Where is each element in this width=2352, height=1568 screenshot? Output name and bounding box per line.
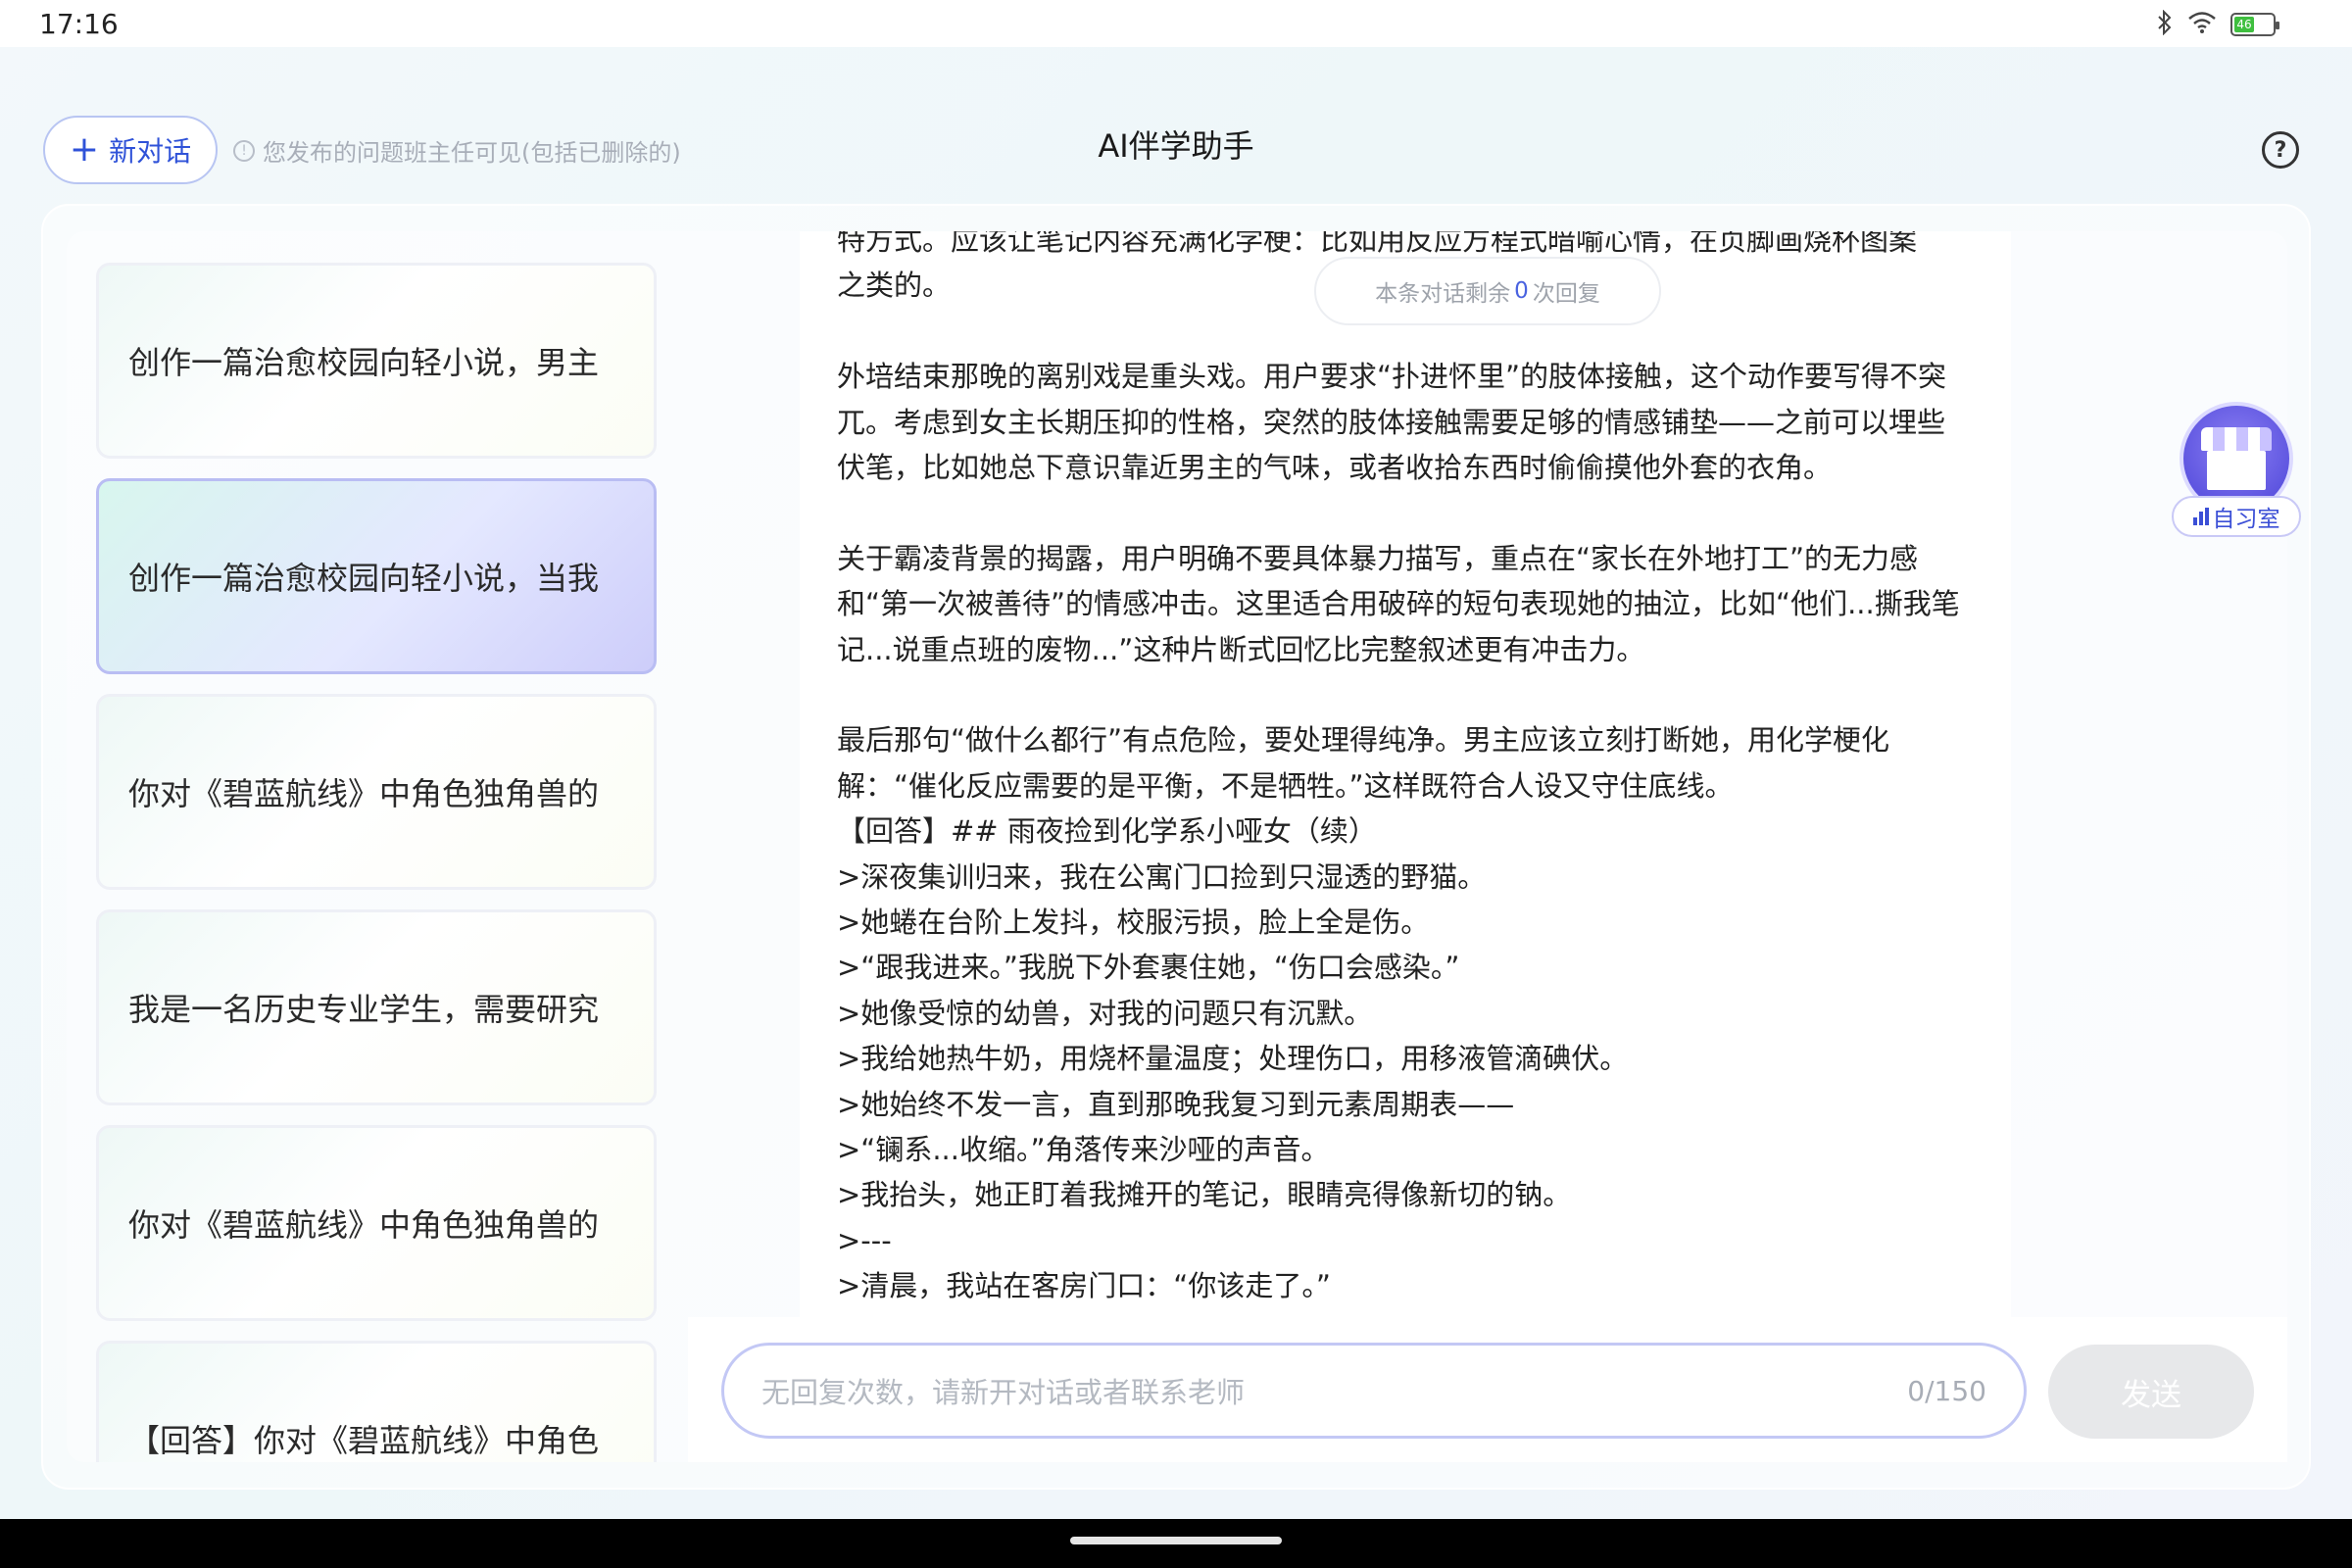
- message-line: 兀。考虑到女主长期压抑的性格，突然的肢体接触需要足够的情感铺垫——之前可以埋些: [837, 405, 1946, 439]
- message-line: 记...说重点班的废物...”这种片断式回忆比完整叙述更有冲击力。: [837, 632, 1645, 666]
- conversation-title: 你对《碧蓝航线》中角色独角兽的: [128, 775, 600, 812]
- conversation-item[interactable]: 【回答】你对《碧蓝航线》中角色: [96, 1341, 657, 1462]
- message-line: >深夜集训归来，我在公寓门口捡到只湿透的野猫。: [837, 859, 1487, 894]
- conversation-title: 我是一名历史专业学生，需要研究: [128, 991, 600, 1028]
- message-line: 外培结束那晚的离别戏是重头戏。用户要求“扑进怀里”的肢体接触，这个动作要写得不突: [837, 360, 1947, 394]
- conversation-title: 【回答】你对《碧蓝航线》中角色: [128, 1422, 600, 1459]
- conversation-title: 你对《碧蓝航线》中角色独角兽的: [128, 1206, 600, 1244]
- message-line: >我抬头，她正盯着我摊开的笔记，眼睛亮得像新切的钠。: [837, 1178, 1572, 1212]
- char-counter: 0/150: [1907, 1374, 1986, 1407]
- battery-level: 46: [2234, 17, 2254, 32]
- conversation-item[interactable]: 你对《碧蓝航线》中角色独角兽的: [96, 1125, 657, 1321]
- message-line: 【回答】## 雨夜捡到化学系小哑女（续）: [837, 814, 1377, 849]
- message-line: >她像受惊的幼兽，对我的问题只有沉默。: [837, 996, 1373, 1030]
- shop-body: [2207, 451, 2266, 490]
- message-line: >她蜷在台阶上发抖，校服污损，脸上全是伤。: [837, 906, 1430, 940]
- message-line: 解：“催化反应需要的是平衡，不是牺牲。”这样既符合人设又守住底线。: [837, 768, 1734, 803]
- wifi-icon: [2187, 11, 2217, 38]
- message-line: 和“第一次被善待”的情感冲击。这里适合用破碎的短句表现她的抽泣，比如“他们...…: [837, 587, 1960, 621]
- message-input[interactable]: 无回复次数，请新开对话或者联系老师 0/150: [721, 1343, 2027, 1439]
- bluetooth-icon: [2156, 9, 2174, 39]
- chat-message-panel[interactable]: 特方式。应该让笔记内容充满化学梗：比如用反应方程式暗喻心情，在页脚画烧杯图案 之类…: [800, 231, 2011, 1317]
- shop-awning: [2201, 427, 2272, 451]
- study-room-button[interactable]: 自习室: [2172, 400, 2305, 545]
- home-indicator[interactable]: [1070, 1537, 1282, 1544]
- conversation-title: 创作一篇治愈校园向轻小说，男主: [128, 344, 600, 381]
- conversation-item[interactable]: 你对《碧蓝航线》中角色独角兽的: [96, 694, 657, 890]
- remaining-replies-badge: 本条对话剩余 0 次回复: [1314, 257, 1661, 325]
- battery-icon: 46: [2230, 13, 2279, 36]
- message-line: >“镧系...收缩。”角落传来沙哑的声音。: [837, 1133, 1330, 1167]
- send-button[interactable]: 发送: [2048, 1345, 2254, 1439]
- message-line: >“跟我进来。”我脱下外套裹住她，“伤口会感染。”: [837, 951, 1460, 985]
- study-room-label: 自习室: [2172, 496, 2301, 537]
- status-bar: 17:16 46: [0, 0, 2352, 47]
- message-line: >我给她热牛奶，用烧杯量温度；处理伤口，用移液管滴碘伏。: [837, 1042, 1629, 1076]
- page-title: AI伴学助手: [1098, 127, 1254, 165]
- conversation-item[interactable]: 创作一篇治愈校园向轻小说，男主: [96, 263, 657, 459]
- status-icons: 46: [2156, 9, 2279, 39]
- message-line: 最后那句“做什么都行”有点危险，要处理得纯净。男主应该立刻打断她，用化学梗化: [837, 723, 1890, 758]
- conversation-sidebar[interactable]: 创作一篇治愈校园向轻小说，男主 创作一篇治愈校园向轻小说，当我 你对《碧蓝航线》…: [67, 231, 688, 1462]
- status-time: 17:16: [39, 8, 119, 40]
- conversation-item[interactable]: 创作一篇治愈校园向轻小说，当我: [96, 478, 657, 674]
- conversation-title: 创作一篇治愈校园向轻小说，当我: [128, 560, 600, 597]
- assistant-message: 特方式。应该让笔记内容充满化学梗：比如用反应方程式暗喻心情，在页脚画烧杯图案 之类…: [837, 231, 1993, 1309]
- message-line: 伏笔，比如她总下意识靠近男主的气味，或者收拾东西时偷偷摸他外套的衣角。: [837, 451, 1833, 485]
- remaining-count: 0: [1514, 278, 1529, 304]
- help-icon[interactable]: ?: [2262, 131, 2299, 169]
- input-placeholder: 无回复次数，请新开对话或者联系老师: [761, 1376, 1246, 1409]
- study-room-text: 自习室: [2212, 507, 2280, 532]
- message-line: >清晨，我站在客房门口：“你该走了。”: [837, 1269, 1331, 1303]
- message-line: >她始终不发一言，直到那晚我复习到元素周期表——: [837, 1087, 1515, 1121]
- message-line: 关于霸凌背景的揭露，用户明确不要具体暴力描写，重点在“家长在外地打工”的无力感: [837, 541, 1919, 575]
- message-line: >---: [837, 1223, 892, 1257]
- remaining-suffix: 次回复: [1532, 281, 1600, 307]
- conversation-item[interactable]: 我是一名历史专业学生，需要研究: [96, 909, 657, 1105]
- remaining-prefix: 本条对话剩余: [1375, 281, 1511, 307]
- bar-chart-icon: [2192, 508, 2209, 525]
